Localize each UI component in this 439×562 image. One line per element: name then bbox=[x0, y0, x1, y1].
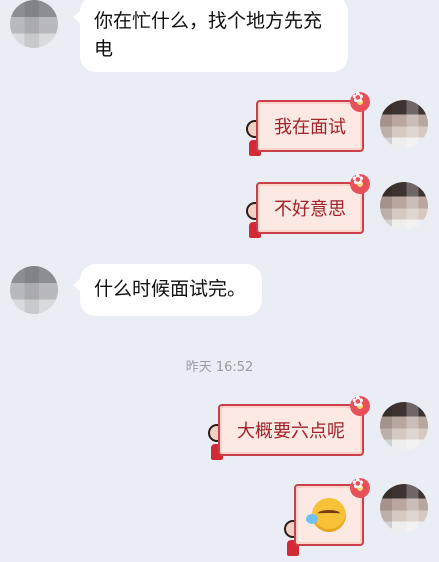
user-avatar[interactable] bbox=[380, 402, 428, 450]
flower-decoration-icon bbox=[350, 476, 370, 498]
message-text: 你在忙什么，找个地方先充电 bbox=[94, 10, 323, 60]
user-avatar[interactable] bbox=[380, 484, 428, 532]
user-avatar[interactable] bbox=[380, 100, 428, 148]
flower-decoration-icon bbox=[350, 172, 370, 194]
message-text: 我在面试 bbox=[274, 117, 346, 138]
message-text: 什么时候面试完。 bbox=[94, 278, 247, 300]
outgoing-message-bubble[interactable]: 不好意思 bbox=[256, 182, 364, 234]
incoming-message-bubble[interactable]: 什么时候面试完。 bbox=[73, 264, 262, 316]
outgoing-message-bubble[interactable]: 我在面试 bbox=[256, 100, 364, 152]
message-text: 不好意思 bbox=[274, 199, 346, 220]
contact-avatar[interactable] bbox=[10, 0, 58, 48]
contact-avatar[interactable] bbox=[10, 266, 58, 314]
outgoing-message-bubble[interactable]: 大概要六点呢 bbox=[218, 404, 364, 456]
crying-laughing-emoji-icon bbox=[306, 498, 346, 532]
flower-decoration-icon bbox=[350, 90, 370, 112]
message-text: 大概要六点呢 bbox=[237, 421, 345, 442]
incoming-message-bubble[interactable]: 你在忙什么，找个地方先充电 bbox=[73, 0, 348, 72]
user-avatar[interactable] bbox=[380, 182, 428, 230]
message-timestamp: 昨天 16:52 bbox=[185, 360, 254, 375]
flower-decoration-icon bbox=[350, 394, 370, 416]
